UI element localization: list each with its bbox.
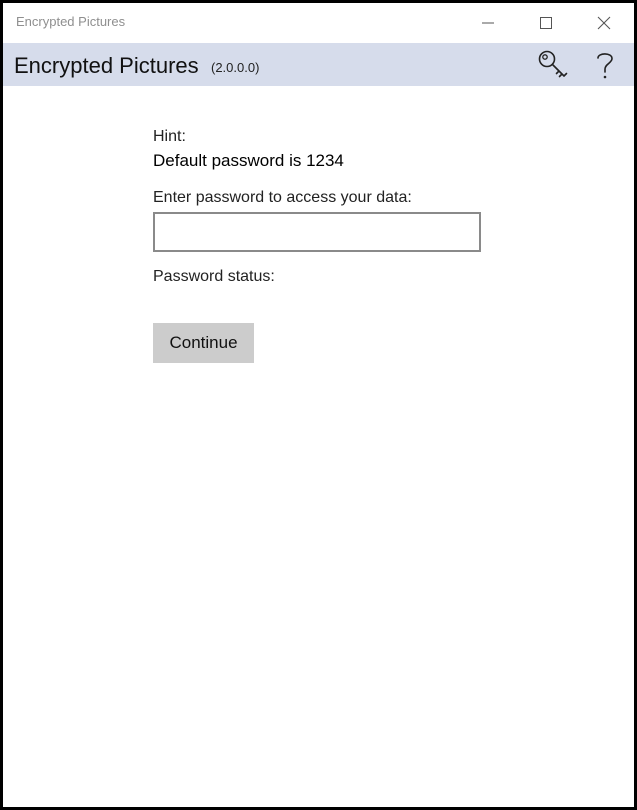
maximize-button[interactable]	[517, 3, 575, 43]
password-label: Enter password to access your data:	[153, 189, 412, 206]
window-title: Encrypted Pictures	[16, 14, 126, 29]
hint-text: Default password is 1234	[153, 151, 344, 170]
change-password-button[interactable]	[533, 47, 573, 83]
app-title: Encrypted Pictures	[14, 53, 199, 78]
password-input[interactable]	[153, 212, 481, 252]
minimize-icon	[482, 22, 494, 24]
close-button[interactable]	[575, 3, 633, 43]
password-status-label: Password status:	[153, 268, 275, 285]
continue-button[interactable]: Continue	[153, 323, 254, 363]
minimize-button[interactable]	[459, 3, 517, 43]
help-button[interactable]	[585, 47, 625, 83]
key-icon	[538, 50, 568, 78]
maximize-icon	[540, 17, 552, 29]
app-header: Encrypted Pictures (2.0.0.0)	[3, 43, 634, 86]
app-window: Encrypted Pictures Encrypted Pictures (2…	[0, 0, 637, 810]
help-icon	[597, 53, 613, 79]
hint-label: Hint:	[153, 128, 186, 145]
close-icon	[597, 16, 611, 30]
login-form: Hint: Default password is 1234 Enter pas…	[153, 128, 493, 363]
title-bar[interactable]: Encrypted Pictures	[3, 3, 634, 43]
app-version: (2.0.0.0)	[211, 60, 260, 75]
